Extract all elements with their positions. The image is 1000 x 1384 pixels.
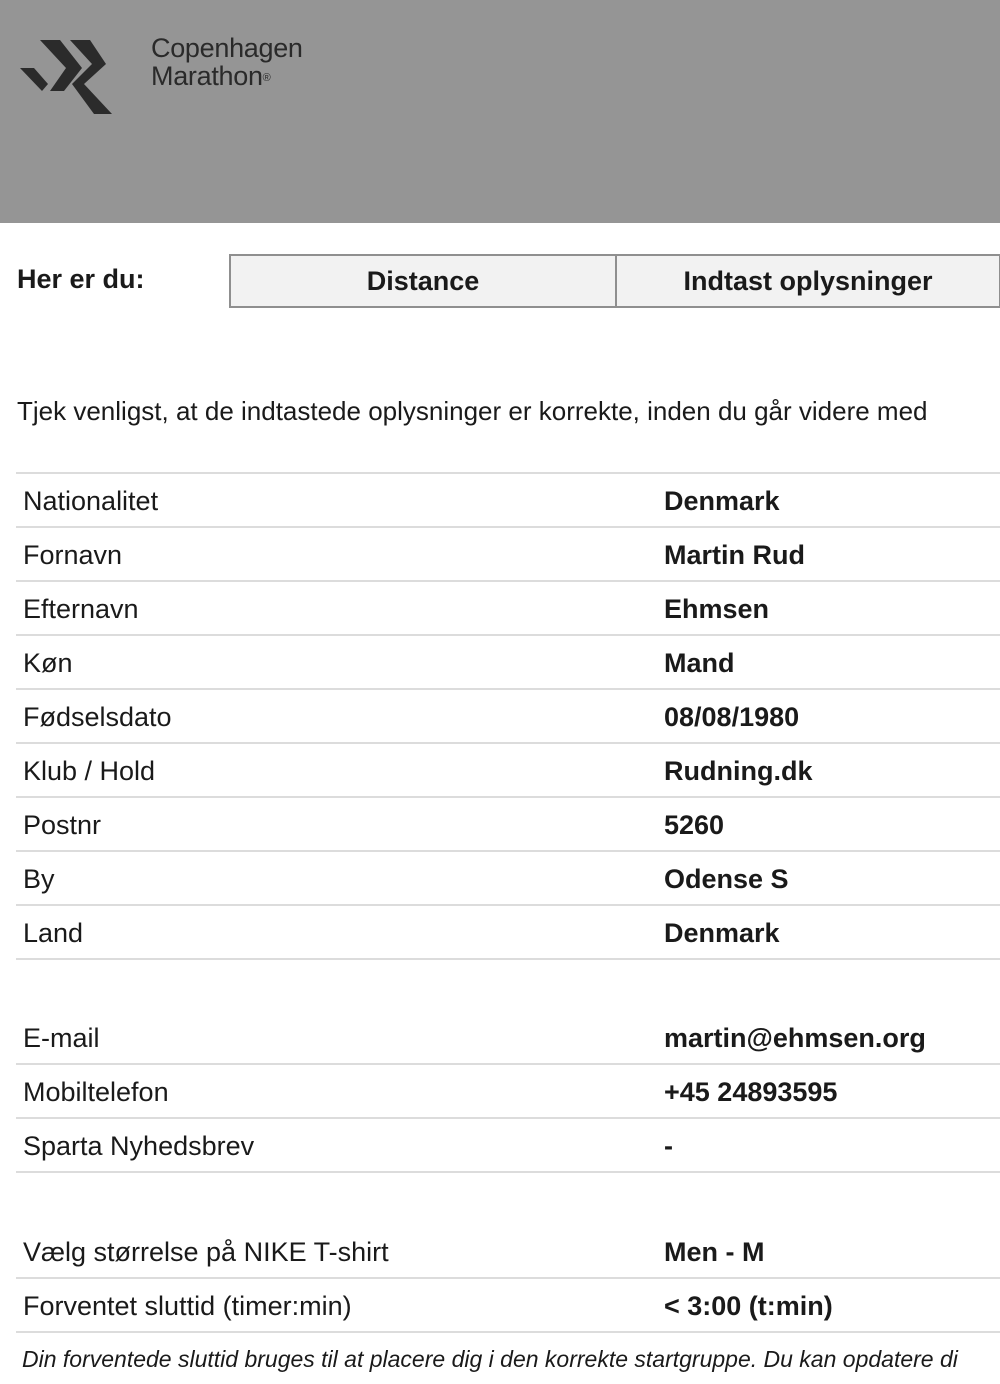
table-row: Fødselsdato 08/08/1980 <box>16 690 1000 744</box>
row-label: Fødselsdato <box>23 702 172 732</box>
table-row: Vælg størrelse på NIKE T-shirt Men - M <box>16 1225 1000 1279</box>
row-label: Vælg størrelse på NIKE T-shirt <box>23 1237 389 1267</box>
table-row: Mobiltelefon +45 24893595 <box>16 1065 1000 1119</box>
row-label: Køn <box>23 648 73 678</box>
progress-label: Her er du: <box>17 264 145 294</box>
site-header: Copenhagen Marathon® <box>0 0 1000 223</box>
table-row: Postnr 5260 <box>16 798 1000 852</box>
progress-steps: Distance Indtast oplysninger <box>229 254 1000 308</box>
row-label: Nationalitet <box>23 486 159 516</box>
row-label: Klub / Hold <box>23 756 156 786</box>
row-value: Odense S <box>664 864 789 894</box>
row-value: Martin Rud <box>664 540 805 570</box>
row-value: 5260 <box>664 810 725 840</box>
table-row: Fornavn Martin Rud <box>16 528 1000 582</box>
row-value: < 3:00 (t:min) <box>664 1291 833 1321</box>
table-row: Sparta Nyhedsbrev - <box>16 1119 1000 1173</box>
table-row: Forventet sluttid (timer:min) < 3:00 (t:m… <box>16 1279 1000 1333</box>
row-value: Rudning.dk <box>664 756 813 786</box>
table-row: By Odense S <box>16 852 1000 906</box>
row-value: +45 24893595 <box>664 1077 838 1107</box>
row-value: martin@ehmsen.org <box>664 1023 926 1053</box>
row-value: 08/08/1980 <box>664 702 800 732</box>
brand-wordmark[interactable]: Copenhagen Marathon® <box>151 34 303 90</box>
finish-time-note: Din forventede sluttid bruges til at pla… <box>22 1346 958 1372</box>
row-label: By <box>23 864 55 894</box>
table-row: E-mail martin@ehmsen.org <box>16 1011 1000 1065</box>
row-label: Efternavn <box>23 594 139 624</box>
brand-line-2: Marathon® <box>151 62 303 90</box>
row-label: Land <box>23 918 84 948</box>
row-value: Men - M <box>664 1237 765 1267</box>
table-row: Køn Mand <box>16 636 1000 690</box>
contact-info-table: E-mail martin@ehmsen.org Mobiltelefon +45 … <box>16 1011 1000 1173</box>
table-row: Nationalitet Denmark <box>16 474 1000 528</box>
brand-line-1: Copenhagen <box>151 33 303 63</box>
row-label: Fornavn <box>23 540 123 570</box>
row-value: Denmark <box>664 486 780 516</box>
extras-table: Vælg størrelse på NIKE T-shirt Men - M Fo… <box>16 1225 1000 1333</box>
personal-info-table: Nationalitet Denmark Fornavn Martin Rud Ef… <box>16 472 1000 960</box>
step-indtast-oplysninger[interactable]: Indtast oplysninger <box>615 256 999 306</box>
row-label: Postnr <box>23 810 102 840</box>
row-value: Denmark <box>664 918 780 948</box>
row-value: - <box>664 1131 673 1161</box>
table-row: Land Denmark <box>16 906 1000 960</box>
table-row: Efternavn Ehmsen <box>16 582 1000 636</box>
brand-name: Marathon <box>151 61 263 91</box>
registered-mark: ® <box>262 72 271 84</box>
row-value: Ehmsen <box>664 594 770 624</box>
intro-text: Tjek venligst, at de indtastede oplysnin… <box>17 396 928 426</box>
row-label: Sparta Nyhedsbrev <box>23 1131 255 1161</box>
row-label: Mobiltelefon <box>23 1077 169 1107</box>
row-value: Mand <box>664 648 735 678</box>
copenhagen-marathon-logo-icon[interactable] <box>18 36 116 116</box>
row-label: E-mail <box>23 1023 100 1053</box>
step-distance[interactable]: Distance <box>231 256 615 306</box>
row-label: Forventet sluttid (timer:min) <box>23 1291 352 1321</box>
table-row: Klub / Hold Rudning.dk <box>16 744 1000 798</box>
